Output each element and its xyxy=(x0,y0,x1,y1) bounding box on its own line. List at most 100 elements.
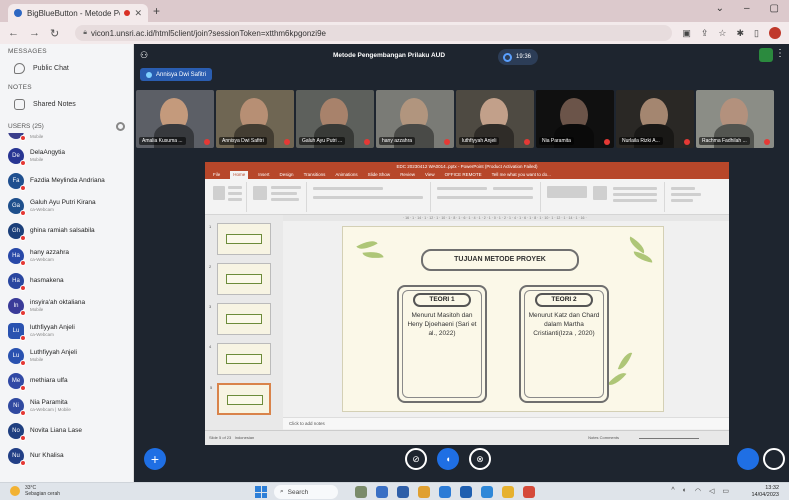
user-list-item[interactable]: Lu Luthfiyyah Anjeli Mobile xyxy=(0,343,133,368)
user-list-item[interactable]: Ni Nia Paramita ca-Webcam | Mobile xyxy=(0,393,133,418)
gear-icon[interactable] xyxy=(116,122,125,131)
timer-text: 19:36 xyxy=(516,54,532,60)
muted-mic-icon xyxy=(364,139,370,145)
user-list-item[interactable]: No Novita Liana Lase xyxy=(0,418,133,443)
presentation-toggle-button[interactable] xyxy=(763,448,785,470)
webcam-tile[interactable]: Amalia Kusuma ... xyxy=(136,90,214,148)
pp-tab[interactable]: Design xyxy=(280,171,294,179)
presenter-badge: Annisya Dwi Safitri xyxy=(140,68,213,81)
user-list-item[interactable]: Nu Nur Khalisa xyxy=(0,443,133,468)
user-list-item[interactable]: Ha hany azzahra ca-Webcam xyxy=(0,243,133,268)
taskbar-search[interactable]: ⌕ Search xyxy=(274,485,338,499)
battery-icon[interactable]: ▭ xyxy=(722,487,729,495)
pp-tab[interactable]: Animations xyxy=(335,171,357,179)
user-name: Galuh Ayu Putri Kirana xyxy=(30,199,96,206)
user-list-item[interactable]: Mobile xyxy=(0,133,133,143)
pp-tab[interactable]: Tell me what you want to do... xyxy=(492,171,551,179)
shared-notes-item[interactable]: Shared Notes xyxy=(0,93,133,116)
new-tab-button[interactable]: + xyxy=(153,4,160,18)
user-list-item[interactable]: In insyira'ah oktaliana Mobile xyxy=(0,293,133,318)
mail-icon[interactable] xyxy=(439,486,451,498)
slide-thumbnail[interactable]: 5 xyxy=(210,383,271,415)
actions-plus-button[interactable]: + xyxy=(144,448,166,470)
user-list-item[interactable]: Lu luthfiyyah Anjeli ca-Webcam xyxy=(0,318,133,343)
pp-tab[interactable]: Review xyxy=(400,171,415,179)
camera-icon[interactable]: ▣ xyxy=(682,28,691,39)
share-webcam-button[interactable]: ⊗ xyxy=(469,448,491,470)
folder-icon[interactable] xyxy=(502,486,514,498)
theory-card-1: TEORI 1 Menurut Masitoh dan Heny Djoehae… xyxy=(397,285,487,403)
zoom-slider[interactable] xyxy=(639,438,699,439)
webcam-tile[interactable]: Rachma Fadhilah ... xyxy=(696,90,774,148)
webcam-tile[interactable]: Galuh Ayu Putri ... xyxy=(296,90,374,148)
widget-app-icon[interactable] xyxy=(355,486,367,498)
minimize-icon[interactable]: – xyxy=(744,3,750,14)
reload-icon[interactable]: ↻ xyxy=(50,27,59,40)
public-chat-label: Public Chat xyxy=(33,65,69,72)
webcam-tile[interactable]: Annisya Dwi Safitri xyxy=(216,90,294,148)
webcam-tile[interactable]: Nia Paramita xyxy=(536,90,614,148)
start-button[interactable] xyxy=(255,486,267,498)
wifi-icon[interactable]: ◠ xyxy=(695,487,701,495)
webcam-tile[interactable]: Nurlaila Rizki A... xyxy=(616,90,694,148)
close-tab-icon[interactable]: ✕ xyxy=(134,8,142,19)
options-menu-icon[interactable]: ⋮ xyxy=(775,48,785,59)
muted-mic-icon xyxy=(20,384,26,391)
pp-tab[interactable]: Home xyxy=(230,171,249,179)
puzzle-icon[interactable]: ✱ xyxy=(737,28,745,39)
user-list-item[interactable]: Ha hasmakena xyxy=(0,268,133,293)
volume-icon[interactable]: ◁ xyxy=(709,487,714,495)
slide-thumbnail[interactable]: 3 xyxy=(209,303,271,335)
weather-desc: Sebagian cerah xyxy=(25,491,61,497)
pp-tab[interactable]: Insert xyxy=(258,171,269,179)
chevron-up-icon[interactable]: ^ xyxy=(671,487,674,495)
user-list-item[interactable]: De DelaAngytia Mobile xyxy=(0,143,133,168)
taskbar-clock[interactable]: 13:32 14/04/2023 xyxy=(751,485,779,499)
pp-tab[interactable]: Slide Show xyxy=(368,171,391,179)
user-list-item[interactable]: Me methiara ulfa xyxy=(0,368,133,393)
card1-body: Menurut Masitoh dan Heny Djoehaeni (Sari… xyxy=(407,312,477,337)
mute-mic-button[interactable]: ⊘ xyxy=(405,448,427,470)
back-icon[interactable]: ← xyxy=(8,27,19,39)
chrome-icon[interactable] xyxy=(523,486,535,498)
file-explorer-icon[interactable] xyxy=(376,486,388,498)
public-chat-item[interactable]: Public Chat xyxy=(0,57,133,80)
muted-mic-icon xyxy=(604,139,610,145)
pp-tab[interactable]: View xyxy=(425,171,435,179)
browser-tab[interactable]: BigBlueButton - Metode Pen ✕ xyxy=(8,4,148,22)
presenter-name: Annisya Dwi Safitri xyxy=(156,71,207,78)
editing-group xyxy=(667,182,725,212)
webcam-tile[interactable]: hany azzahra xyxy=(376,90,454,148)
profile-avatar[interactable] xyxy=(769,27,781,39)
slide-thumbnail[interactable]: 2 xyxy=(209,263,271,295)
notes-pane[interactable]: Click to add notes xyxy=(283,417,729,429)
recording-timer[interactable]: 19:36 xyxy=(498,49,538,65)
star-icon[interactable]: ☆ xyxy=(718,28,726,39)
forward-icon[interactable]: → xyxy=(29,27,40,39)
webcam-tile[interactable]: luthfiyyah Anjeli xyxy=(456,90,534,148)
slide-thumbnail[interactable]: 4 xyxy=(209,343,271,375)
edge-icon[interactable] xyxy=(418,486,430,498)
pp-tab[interactable]: OFFICE REMOTE xyxy=(445,171,482,179)
weather-widget[interactable]: 33°C Sebagian cerah xyxy=(10,485,60,497)
store-icon[interactable] xyxy=(397,486,409,498)
word-icon[interactable] xyxy=(460,486,472,498)
maximize-icon[interactable]: ▢ xyxy=(770,3,779,14)
url-field[interactable]: 🔒︎ vicon1.unsri.ac.id/html5client/join?s… xyxy=(75,25,673,41)
chevron-down-icon[interactable]: ⌄ xyxy=(716,3,724,14)
user-list-item[interactable]: Fa Fazdia Meylinda Andriana xyxy=(0,168,133,193)
leave-audio-button[interactable]: ◖ xyxy=(437,448,459,470)
pp-tab[interactable]: File xyxy=(213,171,220,179)
muted-mic-icon xyxy=(20,359,26,366)
app-tray-icon[interactable]: ◐ xyxy=(683,487,687,495)
pp-tab[interactable]: Transitions xyxy=(304,171,326,179)
slide-thumbnail[interactable]: 1 xyxy=(209,223,271,255)
screenshare-button[interactable] xyxy=(737,448,759,470)
window-controls: ⌄ – ▢ xyxy=(716,3,779,14)
user-list-item[interactable]: Ga Galuh Ayu Putri Kirana ca-Webcam xyxy=(0,193,133,218)
share-icon[interactable]: ⇪ xyxy=(701,28,709,39)
photos-icon[interactable] xyxy=(481,486,493,498)
sidepanel-icon[interactable]: ▯ xyxy=(754,28,759,39)
user-list-item[interactable]: Gh ghina ramiah salsabila xyxy=(0,218,133,243)
connection-status-icon[interactable] xyxy=(759,48,773,62)
